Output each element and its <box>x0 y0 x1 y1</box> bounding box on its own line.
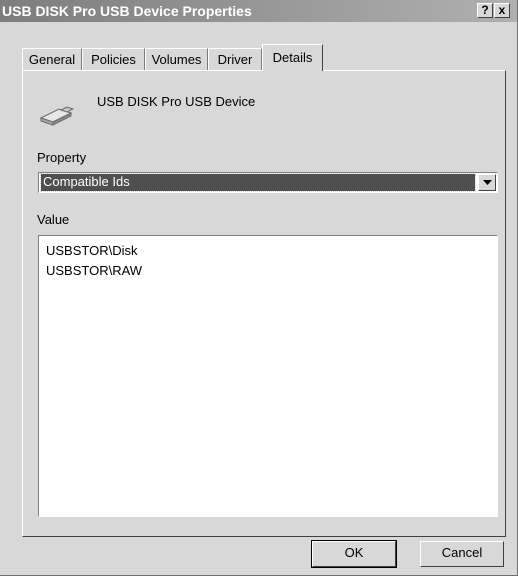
title-bar[interactable]: USB DISK Pro USB Device Properties ? x <box>0 0 517 22</box>
list-item[interactable]: USBSTOR\Disk <box>46 241 497 261</box>
value-label: Value <box>37 212 70 227</box>
property-selected-value[interactable]: Compatible Ids <box>40 173 476 192</box>
tab-details[interactable]: Details <box>262 44 323 71</box>
tab-policies[interactable]: Policies <box>82 48 145 70</box>
tab-driver[interactable]: Driver <box>208 48 262 70</box>
chevron-down-icon <box>483 180 492 185</box>
list-item[interactable]: USBSTOR\RAW <box>46 261 497 281</box>
close-button[interactable]: x <box>494 3 510 18</box>
dropdown-button[interactable] <box>478 174 496 191</box>
device-name: USB DISK Pro USB Device <box>97 94 256 109</box>
cancel-button[interactable]: Cancel <box>420 541 504 567</box>
help-button[interactable]: ? <box>477 3 493 18</box>
window-title: USB DISK Pro USB Device Properties <box>2 3 252 19</box>
tab-volumes[interactable]: Volumes <box>145 48 208 70</box>
properties-dialog: USB DISK Pro USB Device Properties ? x G… <box>0 0 518 576</box>
property-label: Property <box>37 150 87 165</box>
value-list[interactable]: USBSTOR\Disk USBSTOR\RAW <box>38 235 498 517</box>
tab-general[interactable]: General <box>22 48 82 70</box>
ok-button[interactable]: OK <box>311 540 397 568</box>
property-dropdown[interactable]: Compatible Ids <box>38 172 498 193</box>
details-panel: USB DISK Pro USB Device Property Compati… <box>22 70 506 537</box>
usb-drive-icon <box>37 99 77 127</box>
